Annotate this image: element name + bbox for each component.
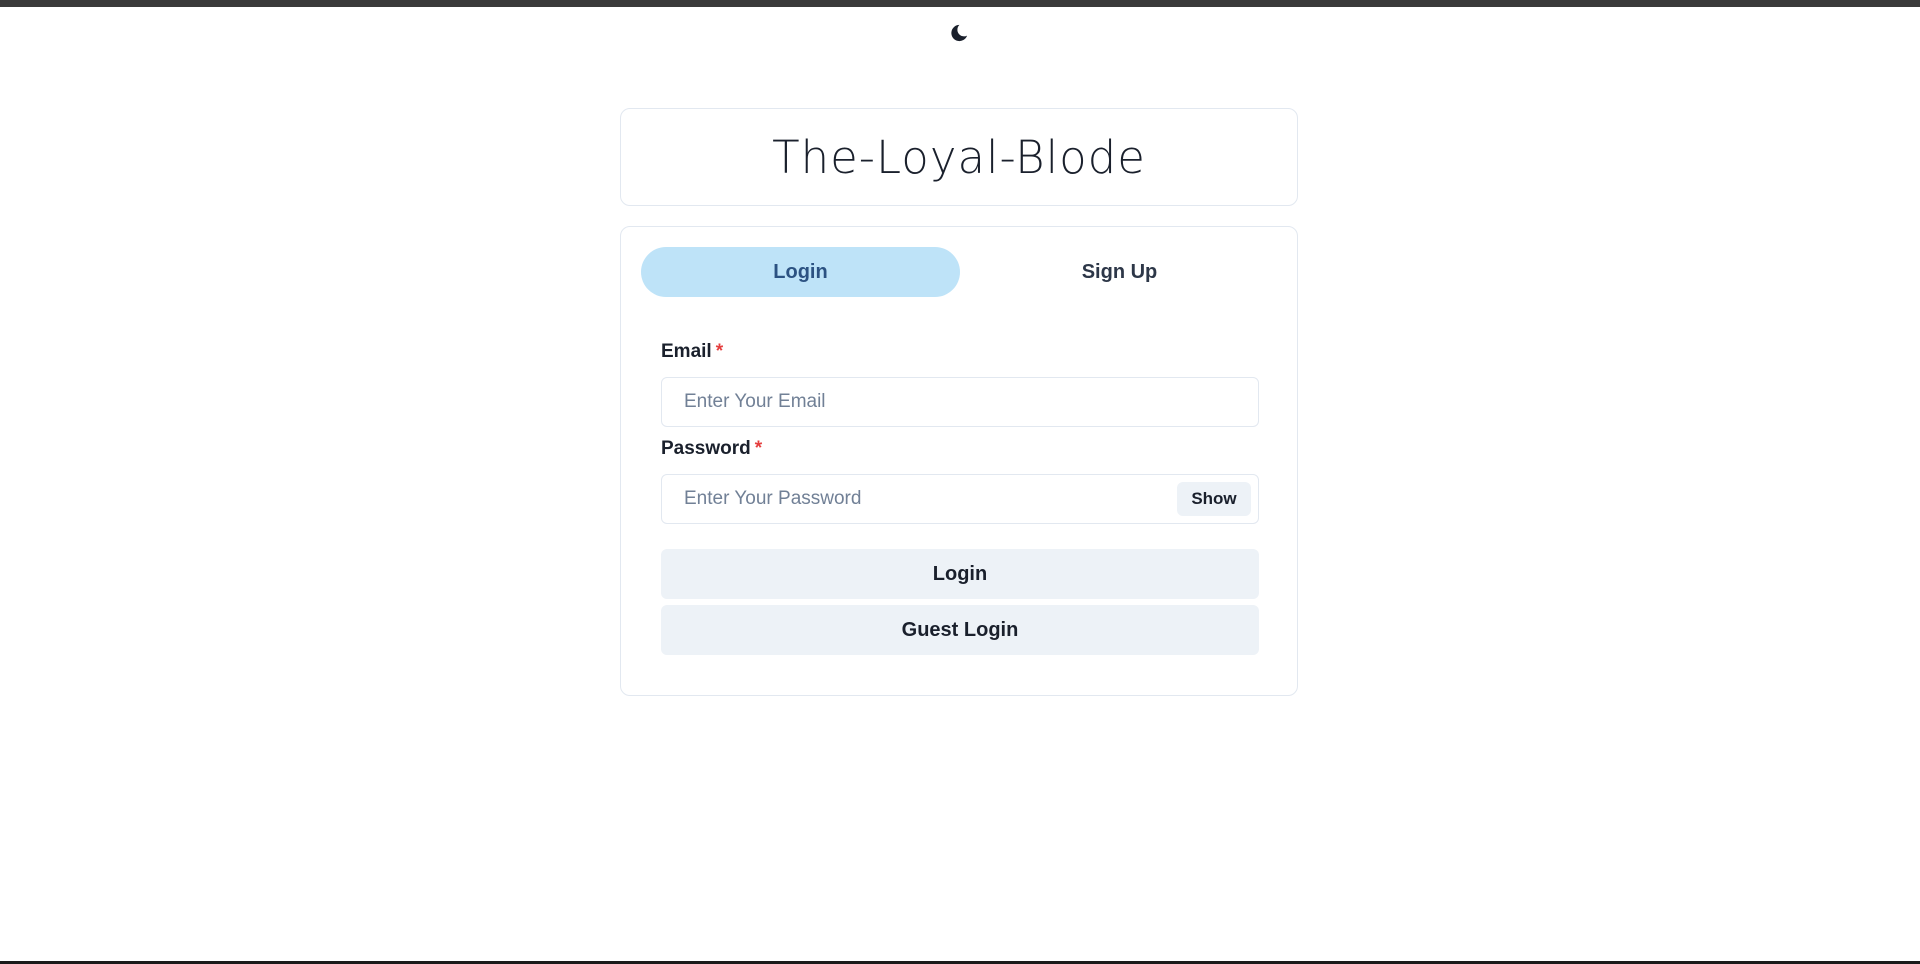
app-title: The-Loyal-Blode [772, 130, 1146, 184]
email-field[interactable] [682, 390, 1258, 414]
guest-login-button[interactable]: Guest Login [661, 605, 1259, 655]
app-title-card: The-Loyal-Blode [620, 108, 1298, 206]
auth-tabs: Login Sign Up [641, 247, 1279, 297]
auth-form-card: Login Sign Up Email* Password* Show Logi… [620, 226, 1298, 696]
top-bar [0, 0, 1920, 7]
password-label: Password * [661, 438, 762, 460]
moon-icon [951, 24, 968, 42]
show-password-button[interactable]: Show [1177, 482, 1251, 516]
password-field[interactable] [682, 487, 1166, 511]
required-mark: * [715, 341, 724, 362]
theme-toggle-button[interactable] [944, 18, 974, 48]
tab-sign-up[interactable]: Sign Up [960, 247, 1279, 297]
password-field-wrapper: Show [661, 474, 1259, 524]
password-label-text: Password [661, 438, 751, 459]
required-mark: * [754, 438, 763, 459]
email-field-wrapper [661, 377, 1259, 427]
email-label-text: Email [661, 341, 712, 362]
email-label: Email * [661, 341, 723, 363]
login-button[interactable]: Login [661, 549, 1259, 599]
tab-login[interactable]: Login [641, 247, 960, 297]
